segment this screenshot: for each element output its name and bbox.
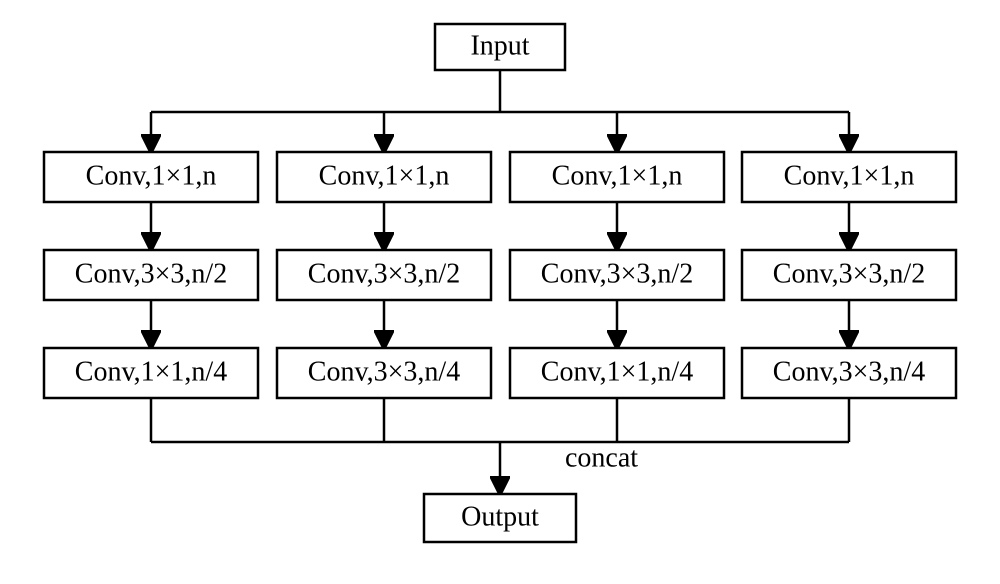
- branch3-layer1-label: Conv,1×1,n: [552, 160, 683, 191]
- branch1-layer2-label: Conv,3×3,n/2: [75, 258, 227, 289]
- concat-label: concat: [565, 442, 638, 473]
- input-label: Input: [470, 30, 529, 61]
- branch4-layer3-label: Conv,3×3,n/4: [773, 356, 925, 387]
- output-label: Output: [461, 501, 539, 532]
- branch3-layer2-label: Conv,3×3,n/2: [541, 258, 693, 289]
- branch2-layer1-label: Conv,1×1,n: [319, 160, 450, 191]
- branch1-layer3-label: Conv,1×1,n/4: [75, 356, 227, 387]
- branch2-layer2-label: Conv,3×3,n/2: [308, 258, 460, 289]
- branch2-layer3-label: Conv,3×3,n/4: [308, 356, 460, 387]
- branch4-layer2-label: Conv,3×3,n/2: [773, 258, 925, 289]
- branch4-layer1-label: Conv,1×1,n: [784, 160, 915, 191]
- branch1-layer1-label: Conv,1×1,n: [86, 160, 217, 191]
- branch3-layer3-label: Conv,1×1,n/4: [541, 356, 693, 387]
